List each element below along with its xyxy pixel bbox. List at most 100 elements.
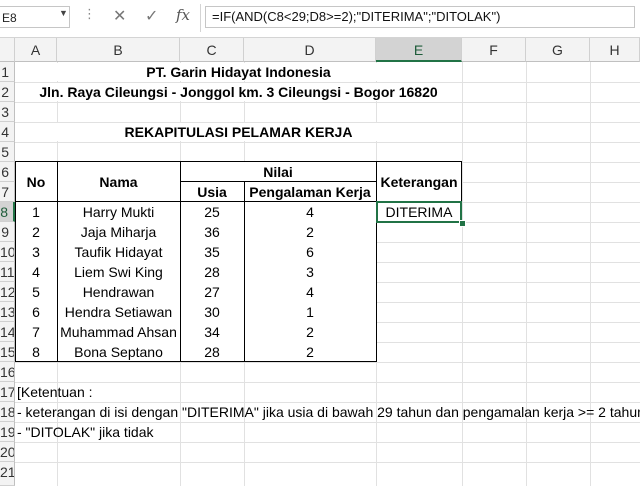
gridline [15,362,640,363]
formula-separator [200,4,201,32]
active-cell-selection[interactable] [376,201,462,223]
more-options-icon[interactable]: ⋮ [83,6,96,22]
address-title[interactable]: Jln. Raya Cileungsi - Jonggol km. 3 Cile… [15,82,462,102]
report-title[interactable]: REKAPITULASI PELAMAR KERJA [15,122,462,142]
header-no[interactable]: No [15,162,57,202]
header-keterangan[interactable]: Keterangan [376,162,462,202]
row-header-7[interactable]: 7 [0,182,15,202]
header-pengalaman[interactable]: Pengalaman Kerja [244,182,376,202]
table-border [15,361,376,362]
table-cell-keterangan[interactable] [376,302,462,322]
column-header-c[interactable]: C [180,38,244,62]
table-cell-no[interactable]: 2 [15,222,57,242]
table-cell-no[interactable]: 1 [15,202,57,222]
gridline [15,142,640,143]
table-cell-keterangan[interactable] [376,342,462,362]
table-cell-pengalaman[interactable]: 1 [244,302,376,322]
row-header-5[interactable]: 5 [0,142,15,162]
table-cell-no[interactable]: 8 [15,342,57,362]
note-line[interactable]: - keterangan di isi dengan "DITERIMA" ji… [17,402,640,422]
row-header-4[interactable]: 4 [0,122,15,142]
check-icon[interactable]: ✓ [145,6,158,26]
row-header-10[interactable]: 10 [0,242,15,262]
row-header-2[interactable]: 2 [0,82,15,102]
formula-input[interactable]: =IF(AND(C8<29;D8>=2);"DITERIMA";"DITOLAK… [205,6,635,28]
table-border [180,181,376,182]
header-nilai[interactable]: Nilai [180,162,376,182]
table-cell-usia[interactable]: 28 [180,342,244,362]
table-cell-pengalaman[interactable]: 3 [244,262,376,282]
table-cell-usia[interactable]: 25 [180,202,244,222]
header-usia[interactable]: Usia [180,182,244,202]
table-cell-keterangan[interactable] [376,222,462,242]
row-header-18[interactable]: 18 [0,402,15,422]
note-line[interactable]: - "DITOLAK" jika tidak [17,422,154,442]
table-cell-pengalaman[interactable]: 2 [244,322,376,342]
table-cell-nama[interactable]: Muhammad Ahsan [57,322,180,342]
table-cell-no[interactable]: 3 [15,242,57,262]
row-header-8[interactable]: 8 [0,202,15,222]
row-header-12[interactable]: 12 [0,282,15,302]
close-icon[interactable]: ✕ [113,6,126,26]
column-header-f[interactable]: F [462,38,526,62]
row-header-3[interactable]: 3 [0,102,15,122]
table-cell-usia[interactable]: 35 [180,242,244,262]
header-nama[interactable]: Nama [57,162,180,202]
table-cell-pengalaman[interactable]: 2 [244,342,376,362]
table-cell-pengalaman[interactable]: 4 [244,282,376,302]
fx-icon[interactable]: fx [176,6,190,24]
table-border [376,161,377,362]
row-header-21[interactable]: 21 [0,462,15,486]
table-cell-usia[interactable]: 36 [180,222,244,242]
row-header-20[interactable]: 20 [0,442,15,462]
table-cell-pengalaman[interactable]: 2 [244,222,376,242]
table-border [461,161,462,202]
column-header-b[interactable]: B [57,38,180,62]
table-cell-pengalaman[interactable]: 6 [244,242,376,262]
table-cell-keterangan[interactable] [376,242,462,262]
row-header-6[interactable]: 6 [0,162,15,182]
column-header-g[interactable]: G [526,38,590,62]
table-cell-usia[interactable]: 28 [180,262,244,282]
table-cell-nama[interactable]: Jaja Miharja [57,222,180,242]
table-cell-keterangan[interactable] [376,262,462,282]
table-cell-keterangan[interactable] [376,322,462,342]
table-cell-no[interactable]: 7 [15,322,57,342]
row-header-13[interactable]: 13 [0,302,15,322]
note-line[interactable]: [Ketentuan : [17,382,93,402]
table-cell-nama[interactable]: Liem Swi King [57,262,180,282]
row-header-15[interactable]: 15 [0,342,15,362]
table-cell-nama[interactable]: Taufik Hidayat [57,242,180,262]
table-cell-usia[interactable]: 34 [180,322,244,342]
column-header-e[interactable]: E [376,38,462,62]
row-header-11[interactable]: 11 [0,262,15,282]
table-cell-no[interactable]: 4 [15,262,57,282]
table-cell-usia[interactable]: 30 [180,302,244,322]
table-cell-nama[interactable]: Harry Mukti [57,202,180,222]
column-header-a[interactable]: A [15,38,57,62]
table-cell-usia[interactable]: 27 [180,282,244,302]
company-title[interactable]: PT. Garin Hidayat Indonesia [15,62,462,82]
gridline [15,382,640,383]
column-header-d[interactable]: D [244,38,376,62]
table-cell-no[interactable]: 5 [15,282,57,302]
name-box-dropdown-icon[interactable]: ▼ [59,8,68,18]
table-cell-keterangan[interactable] [376,282,462,302]
row-header-19[interactable]: 19 [0,422,15,442]
gridline [15,462,640,463]
row-header-9[interactable]: 9 [0,222,15,242]
table-border [244,181,245,362]
column-header-h[interactable]: H [590,38,640,62]
table-cell-no[interactable]: 6 [15,302,57,322]
row-header-1[interactable]: 1 [0,62,15,82]
table-cell-nama[interactable]: Hendrawan [57,282,180,302]
row-header-14[interactable]: 14 [0,322,15,342]
formula-bar: E8 ▼ ⋮ ✕ ✓ fx =IF(AND(C8<29;D8>=2);"DITE… [0,0,640,38]
row-header-17[interactable]: 17 [0,382,15,402]
fill-handle[interactable] [459,220,466,227]
row-header-16[interactable]: 16 [0,362,15,382]
table-cell-nama[interactable]: Bona Septano [57,342,180,362]
select-all-corner[interactable] [0,38,15,62]
table-cell-nama[interactable]: Hendra Setiawan [57,302,180,322]
table-cell-pengalaman[interactable]: 4 [244,202,376,222]
